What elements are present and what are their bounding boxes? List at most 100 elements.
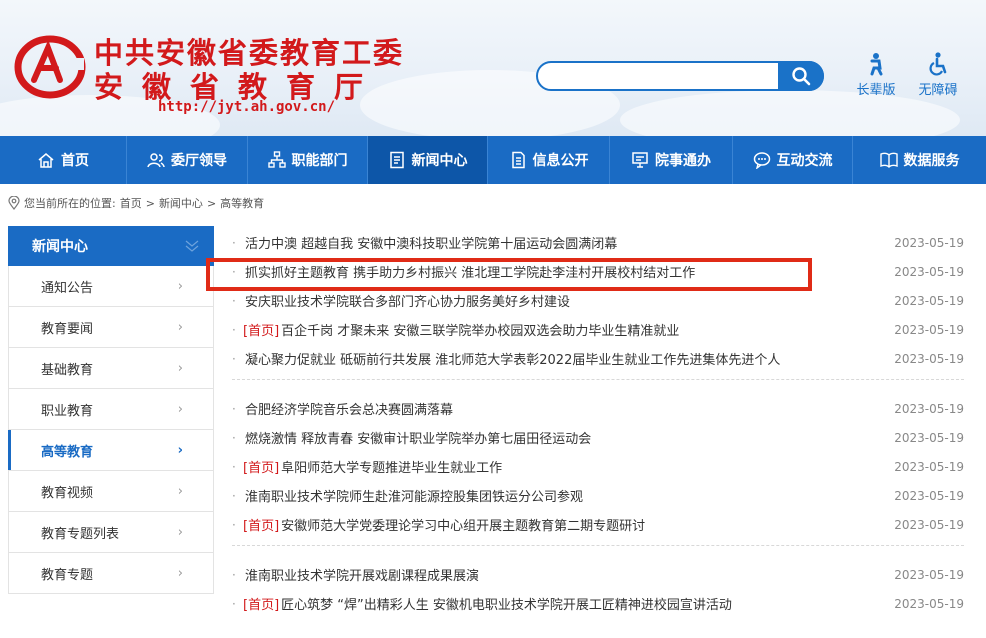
breadcrumb-current[interactable]: 高等教育 [220,195,264,211]
news-icon [389,151,404,169]
sidebar-header: 新闻中心 [8,226,214,266]
search-input[interactable] [550,67,776,87]
search-box [536,61,824,91]
nav-label: 新闻中心 [411,153,468,169]
news-title[interactable]: 燃烧激情 释放青春 安徽审计职业学院举办第七届田径运动会 [245,428,886,447]
leaders-icon [147,153,165,168]
sidebar-item-higher-edu[interactable]: 高等教育 › [8,430,214,471]
chevron-right-icon: › [177,443,183,458]
elder-mode-label: 长辈版 [856,83,896,98]
nav-label: 委厅领导 [171,153,227,169]
sidebar-item-topic-list[interactable]: 教育专题列表 › [8,512,214,553]
bullet: · [232,235,236,250]
news-date: 2023-05-19 [894,401,964,416]
accessibility-button[interactable]: 无障碍 [913,52,963,98]
search-button[interactable] [778,61,824,91]
sidebar-item-topics[interactable]: 教育专题 › [8,553,214,594]
bullet: · [232,517,236,532]
breadcrumb-news-center[interactable]: 新闻中心 [159,195,203,211]
news-tag[interactable]: [首页] [243,594,279,613]
news-title[interactable]: 匠心筑梦 “焊”出精彩人生 安徽机电职业技术学院开展工匠精神进校园宣讲活动 [281,594,886,613]
news-date: 2023-05-19 [894,517,964,532]
nav-services[interactable]: 院事通办 [610,136,733,184]
sidebar-item-label: 职业教育 [41,403,94,419]
org-chart-icon [267,151,286,168]
news-item[interactable]: · [首页] 阜阳师范大学专题推进毕业生就业工作 2023-05-19 [232,452,964,481]
bullet: · [232,488,236,503]
chat-icon [753,152,770,169]
nav-label: 数据服务 [903,153,960,169]
sidebar-item-label: 教育视频 [41,485,94,501]
chevron-right-icon: › [177,525,183,540]
highlight-box [206,258,812,291]
news-item[interactable]: · [首页] 百企千岗 才聚未来 安徽三联学院举办校园双选会助力毕业生精准就业 202… [232,315,964,344]
nav-label: 互动交流 [776,153,833,169]
news-date: 2023-05-19 [894,430,964,445]
breadcrumb-prefix: 您当前所在的位置: [24,197,116,210]
news-title[interactable]: 合肥经济学院音乐会总决赛圆满落幕 [245,399,886,418]
nav-info-disclosure[interactable]: 信息公开 [488,136,610,184]
chevron-right-icon: › [177,484,183,499]
sidebar-item-edu-news[interactable]: 教育要闻 › [8,307,214,348]
nav-label: 首页 [61,153,89,169]
accessibility-icon [929,52,947,76]
bullet: · [232,567,236,582]
news-date: 2023-05-19 [894,488,964,503]
news-tag[interactable]: [首页] [243,457,279,476]
sidebar: 新闻中心 通知公告 › 教育要闻 › 基础教育 › 职业教育 › 高等教育 › 教育视频 ›… [8,226,214,594]
news-item[interactable]: · 燃烧激情 释放青春 安徽审计职业学院举办第七届田径运动会 2023-05-19 [232,423,964,452]
news-item[interactable]: · 淮南职业技术学院师生赴淮河能源控股集团铁运分公司参观 2023-05-19 [232,481,964,510]
news-item[interactable]: · [首页] 匠心筑梦 “焊”出精彩人生 安徽机电职业技术学院开展工匠精神进校园宣讲… [232,589,964,618]
news-item[interactable]: · 合肥经济学院音乐会总决赛圆满落幕 2023-05-19 [232,394,964,423]
elder-mode-button[interactable]: 长辈版 [851,52,901,98]
breadcrumb-home[interactable]: 首页 [120,195,142,211]
nav-home[interactable]: 首页 [0,136,127,184]
news-group: · 合肥经济学院音乐会总决赛圆满落幕 2023-05-19 · 燃烧激情 释放青春 安… [232,394,964,546]
news-item[interactable]: · [首页] 安徽师范大学党委理论学习中心组开展主题教育第二期专题研讨 2023-05… [232,510,964,539]
news-date: 2023-05-19 [894,235,964,250]
document-icon [511,151,525,169]
news-title[interactable]: 活力中澳 超越自我 安徽中澳科技职业学院第十届运动会圆满闭幕 [245,233,886,252]
news-title[interactable]: 百企千岗 才聚未来 安徽三联学院举办校园双选会助力毕业生精准就业 [281,320,886,339]
news-title[interactable]: 阜阳师范大学专题推进毕业生就业工作 [281,457,886,476]
news-tag[interactable]: [首页] [243,515,279,534]
book-icon [879,152,898,168]
sidebar-item-basic-edu[interactable]: 基础教育 › [8,348,214,389]
news-date: 2023-05-19 [894,567,964,582]
nav-departments[interactable]: 职能部门 [248,136,368,184]
home-icon [38,153,54,168]
bullet: · [232,401,236,416]
sidebar-item-vocational-edu[interactable]: 职业教育 › [8,389,214,430]
news-title[interactable]: 淮南职业技术学院师生赴淮河能源控股集团铁运分公司参观 [245,486,886,505]
sidebar-item-label: 通知公告 [41,280,94,296]
double-chevron-down-icon [185,240,199,252]
news-item[interactable]: · 活力中澳 超越自我 安徽中澳科技职业学院第十届运动会圆满闭幕 2023-05-1… [232,228,964,257]
nav-news-center[interactable]: 新闻中心 [368,136,488,184]
chevron-right-icon: › [177,566,183,581]
nav-data-services[interactable]: 数据服务 [853,136,986,184]
news-title[interactable]: 安徽师范大学党委理论学习中心组开展主题教育第二期专题研讨 [281,515,886,534]
nav-label: 职能部门 [291,153,348,169]
nav-leaders[interactable]: 委厅领导 [127,136,248,184]
sidebar-item-label: 教育专题列表 [41,526,120,542]
news-date: 2023-05-19 [894,293,964,308]
sidebar-item-label: 教育要闻 [41,321,94,337]
news-item[interactable]: · 凝心聚力促就业 砥砺前行共发展 淮北师范大学表彰2022届毕业生就业工作先进集… [232,344,964,373]
news-item[interactable]: · 淮南职业技术学院开展戏剧课程成果展演 2023-05-19 [232,560,964,589]
main-nav: 首页 委厅领导 职能部门 新闻中心 信息公开 院事通办 互动交流 数据服务 [0,136,986,184]
sidebar-item-notices[interactable]: 通知公告 › [8,266,214,307]
cloud-decoration [620,90,960,136]
emblem-logo[interactable] [14,34,86,100]
chevron-right-icon: › [177,402,183,417]
news-title[interactable]: 安庆职业技术学院联合多部门齐心协力服务美好乡村建设 [245,291,886,310]
news-tag[interactable]: [首页] [243,320,279,339]
accessibility-label: 无障碍 [918,83,958,98]
breadcrumb-separator: > [145,196,155,210]
sidebar-item-edu-video[interactable]: 教育视频 › [8,471,214,512]
news-title[interactable]: 淮南职业技术学院开展戏剧课程成果展演 [245,565,886,584]
news-title[interactable]: 凝心聚力促就业 砥砺前行共发展 淮北师范大学表彰2022届毕业生就业工作先进集体… [245,349,886,368]
nav-interaction[interactable]: 互动交流 [733,136,853,184]
bullet: · [232,293,236,308]
news-date: 2023-05-19 [894,322,964,337]
news-date: 2023-05-19 [894,596,964,611]
